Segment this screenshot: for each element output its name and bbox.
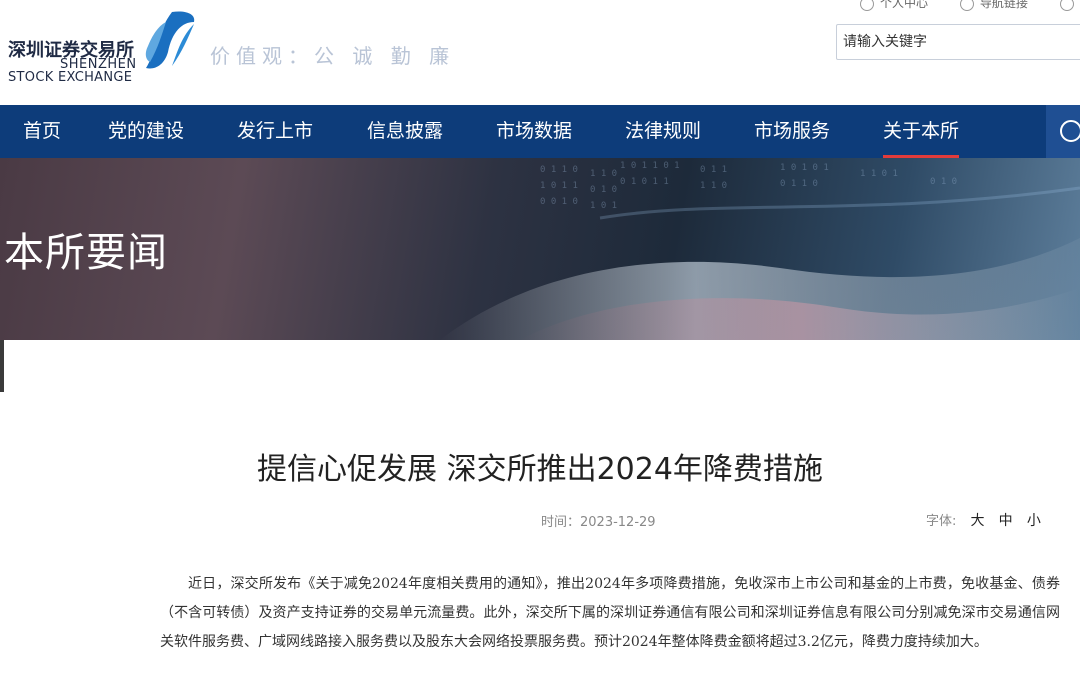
- nav-extra-button[interactable]: [1046, 105, 1080, 158]
- user-icon: [860, 0, 874, 11]
- svg-text:0 1 1 0: 0 1 1 0: [540, 165, 578, 175]
- font-size-large[interactable]: 大: [971, 513, 985, 529]
- svg-text:1 1 0: 1 1 0: [700, 181, 727, 191]
- nav-item-disclosure[interactable]: 信息披露: [367, 105, 443, 158]
- svg-text:0 1 0: 0 1 0: [930, 177, 957, 187]
- svg-text:0 1 1 0: 0 1 1 0: [780, 179, 818, 189]
- circle-icon: [1060, 120, 1080, 142]
- svg-text:1 0 1 0 1: 1 0 1 0 1: [780, 163, 829, 173]
- top-links: 个人中心 导航链接 En: [860, 0, 1080, 11]
- article-title: 提信心促发展 深交所推出2024年降费措施: [257, 452, 823, 487]
- section-banner: 0 1 1 0 1 0 1 1 0 0 1 0 1 1 0 0 1 0 1 0 1 1 …: [0, 158, 1080, 340]
- svg-text:0 0 1 0: 0 0 1 0: [540, 197, 578, 207]
- left-accent-rule: [0, 340, 4, 392]
- font-size-small[interactable]: 小: [1027, 513, 1041, 529]
- site-header: 深圳证券交易所 SHENZHEN STOCK EXCHANGE 价值观：公 诚 …: [0, 0, 1080, 105]
- font-size-label: 字体:: [926, 514, 957, 529]
- search-input[interactable]: [837, 25, 1069, 59]
- banner-title: 本所要闻: [4, 230, 168, 276]
- slogan: 价值观：公 诚 勤 廉: [210, 44, 456, 68]
- main-nav: 首页 党的建设 发行上市 信息披露 市场数据 法律规则 市场服务 关于本所: [0, 105, 1080, 158]
- nav-item-rules[interactable]: 法律规则: [625, 105, 701, 158]
- logo-text-en-line2: STOCK EXCHANGE: [8, 70, 133, 85]
- link-icon: [959, 0, 974, 11]
- publish-time-label: 时间：: [541, 515, 581, 530]
- svg-text:1 1 0: 1 1 0: [590, 169, 617, 179]
- publish-time: 时间：2023-12-29: [541, 511, 656, 530]
- svg-text:1 1 0 1: 1 1 0 1: [860, 169, 898, 179]
- top-link-personal[interactable]: 个人中心: [860, 0, 942, 11]
- nav-item-market-data[interactable]: 市场数据: [496, 105, 572, 158]
- svg-text:0 1 1: 0 1 1: [700, 165, 727, 175]
- svg-text:1 0 1 1 0 1: 1 0 1 1 0 1: [620, 161, 680, 171]
- nav-item-home[interactable]: 首页: [23, 105, 61, 158]
- nav-item-party[interactable]: 党的建设: [108, 105, 184, 158]
- szse-logo-mark[interactable]: [142, 8, 198, 72]
- svg-text:1 0 1 1: 1 0 1 1: [540, 181, 578, 191]
- publish-time-value: 2023-12-29: [580, 515, 656, 530]
- globe-icon: [1059, 0, 1074, 11]
- article-body: 近日，深交所发布《关于减免2024年度相关费用的通知》，推出2024年多项降费措…: [160, 576, 1060, 650]
- search-box: [836, 24, 1080, 60]
- top-link-nav[interactable]: 导航链接: [959, 0, 1042, 11]
- nav-item-listing[interactable]: 发行上市: [237, 105, 313, 158]
- nav-item-about[interactable]: 关于本所: [883, 105, 960, 158]
- font-size-switcher: 字体: 大 中 小: [926, 510, 1041, 530]
- svg-text:1 0 1: 1 0 1: [590, 201, 617, 211]
- nav-item-services[interactable]: 市场服务: [754, 105, 830, 158]
- svg-text:0 1 0 1 1: 0 1 0 1 1: [620, 177, 669, 187]
- svg-text:0 1 0: 0 1 0: [590, 185, 617, 195]
- top-link-english[interactable]: En: [1059, 0, 1080, 11]
- font-size-medium[interactable]: 中: [999, 513, 1013, 529]
